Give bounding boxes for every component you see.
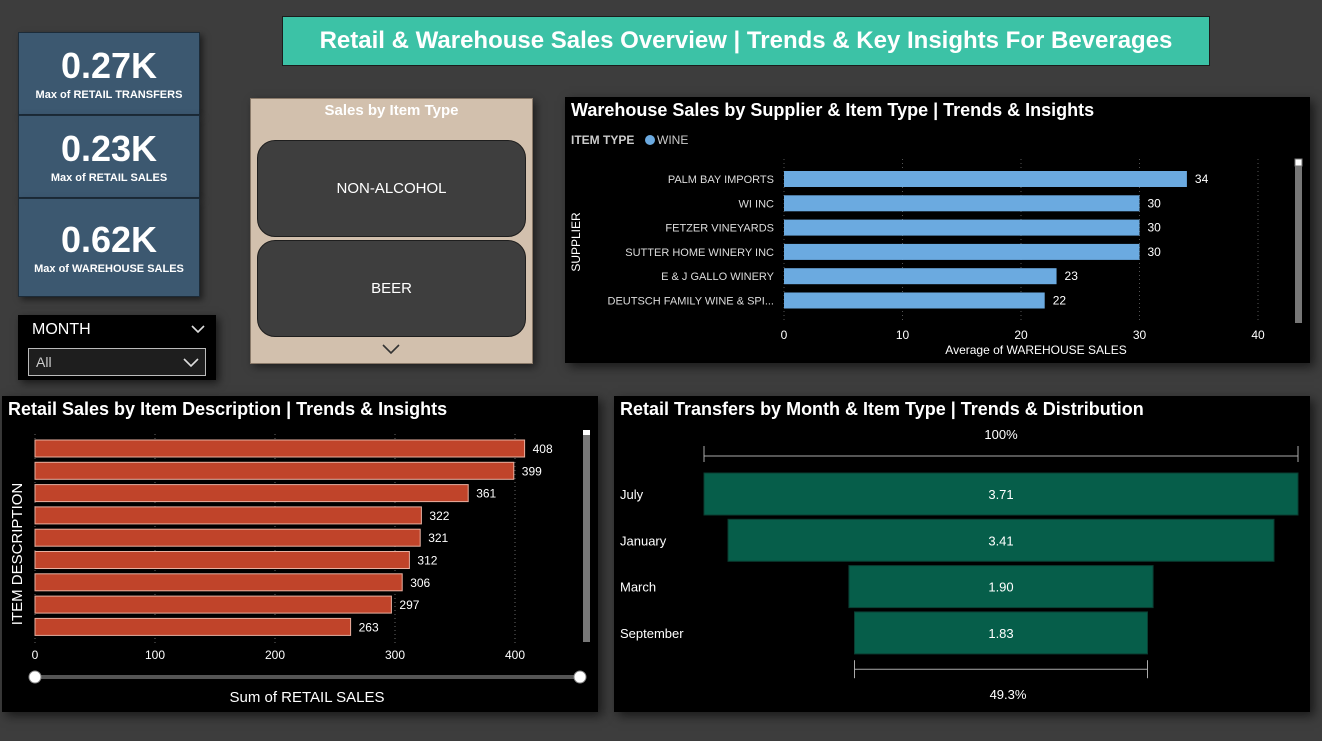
x-tick-label: 300	[385, 648, 405, 662]
data-label: 30	[1148, 196, 1162, 210]
chevron-down-icon[interactable]	[188, 319, 208, 339]
kpi-card-warehouse-sales[interactable]: 0.62K Max of WAREHOUSE SALES	[18, 198, 200, 297]
data-label: 30	[1148, 221, 1162, 235]
data-label: 3.71	[988, 487, 1013, 502]
retail-sales-chart: Retail Sales by Item Description | Trend…	[2, 396, 598, 712]
dashboard-title: Retail & Warehouse Sales Overview | Tren…	[282, 16, 1210, 66]
bar[interactable]	[784, 292, 1045, 309]
kpi-label: Max of RETAIL SALES	[50, 172, 168, 184]
data-label: 408	[533, 442, 553, 456]
x-tick-label: 200	[265, 648, 285, 662]
data-label: 263	[359, 620, 379, 634]
y-tick-label: DEUTSCH FAMILY WINE & SPI...	[608, 296, 774, 308]
scrollbar-thumb[interactable]	[1294, 158, 1303, 167]
month-slicer: MONTH All	[18, 315, 216, 380]
y-axis-label: SUPPLIER	[569, 212, 583, 272]
warehouse-sales-plot: ITEM TYPE WINE SUPPLIER Average of WAREH…	[569, 133, 1303, 357]
data-label: 22	[1053, 294, 1067, 308]
x-tick-label: 100	[145, 648, 165, 662]
bar[interactable]	[784, 268, 1057, 285]
kpi-value: 0.27K	[60, 45, 158, 86]
legend-title: ITEM TYPE	[571, 133, 634, 147]
x-axis-label: Sum of RETAIL SALES	[229, 689, 384, 706]
x-tick-label: 30	[1133, 328, 1147, 342]
data-label: 306	[410, 576, 430, 590]
bar[interactable]	[34, 528, 421, 547]
x-tick-label: 40	[1251, 328, 1265, 342]
month-dropdown-value: All	[36, 354, 52, 370]
item-type-option-label: BEER	[371, 280, 412, 297]
data-label: 34	[1195, 172, 1209, 186]
legend-entry-wine[interactable]: WINE	[657, 133, 688, 147]
kpi-card-retail-sales[interactable]: 0.23K Max of RETAIL SALES	[18, 115, 200, 198]
category-label: January	[620, 533, 667, 548]
dashboard-title-text: Retail & Warehouse Sales Overview | Tren…	[319, 27, 1173, 54]
item-type-option-non-alcohol[interactable]: NON-ALCOHOL	[257, 140, 526, 237]
month-slicer-title: MONTH	[32, 321, 91, 338]
warehouse-sales-chart: Warehouse Sales by Supplier & Item Type …	[565, 97, 1310, 363]
data-label: 399	[522, 464, 542, 478]
y-tick-label: WI INC	[739, 198, 774, 210]
bar[interactable]	[34, 506, 422, 525]
bar[interactable]	[784, 219, 1140, 236]
month-dropdown[interactable]: All	[28, 348, 206, 376]
bar[interactable]	[34, 551, 410, 569]
data-label: 312	[417, 554, 437, 568]
kpi-value: 0.23K	[60, 128, 158, 169]
retail-sales-plot: ITEM DESCRIPTION Sum of RETAIL SALES 0 10…	[9, 430, 590, 706]
bar[interactable]	[34, 617, 352, 636]
range-slider-handle-left[interactable]	[28, 670, 42, 684]
data-label: 322	[429, 509, 449, 523]
item-type-slicer-title: Sales by Item Type	[324, 102, 459, 119]
bar[interactable]	[34, 439, 526, 458]
x-tick-label: 400	[505, 648, 525, 662]
bar[interactable]	[34, 461, 515, 480]
retail-transfers-chart: Retail Transfers by Month & Item Type | …	[614, 396, 1310, 712]
range-slider-handle-right[interactable]	[573, 670, 587, 684]
scrollbar[interactable]	[583, 430, 590, 642]
data-label: 321	[428, 531, 448, 545]
bar[interactable]	[34, 484, 469, 503]
bar[interactable]	[784, 171, 1187, 187]
bar[interactable]	[34, 595, 392, 614]
data-label: 23	[1065, 269, 1079, 283]
data-label: 30	[1148, 245, 1162, 259]
data-label: 361	[476, 487, 496, 501]
data-label: 1.90	[988, 580, 1013, 595]
data-label: 297	[399, 598, 419, 612]
bar[interactable]	[784, 195, 1140, 212]
kpi-card-retail-transfers[interactable]: 0.27K Max of RETAIL TRANSFERS	[18, 32, 200, 115]
chevron-down-icon[interactable]	[381, 342, 401, 356]
category-label: July	[620, 487, 644, 502]
kpi-label: Max of RETAIL TRANSFERS	[35, 89, 183, 101]
y-tick-label: FETZER VINEYARDS	[665, 223, 774, 235]
retail-transfers-funnel: 100% 49.3% July 3.71 January 3.41 March 1.90 S…	[620, 427, 1299, 702]
y-tick-label: PALM BAY IMPORTS	[668, 174, 774, 186]
category-label: March	[620, 580, 656, 595]
bar[interactable]	[784, 243, 1140, 260]
y-axis-label: ITEM DESCRIPTION	[9, 483, 26, 626]
y-tick-label: SUTTER HOME WINERY INC	[625, 247, 774, 259]
x-axis-label: Average of WAREHOUSE SALES	[945, 343, 1126, 357]
bar[interactable]	[34, 573, 403, 592]
x-tick-label: 0	[781, 328, 788, 342]
item-type-option-label: NON-ALCOHOL	[336, 180, 447, 197]
kpi-label: Max of WAREHOUSE SALES	[34, 263, 184, 275]
scrollbar-thumb[interactable]	[583, 430, 590, 435]
top-percent-label: 100%	[984, 427, 1018, 442]
data-label: 3.41	[988, 533, 1013, 548]
kpi-value: 0.62K	[60, 219, 158, 260]
chevron-down-icon	[183, 358, 199, 368]
scrollbar[interactable]	[1295, 159, 1302, 323]
x-tick-label: 10	[896, 328, 910, 342]
y-tick-label: E & J GALLO WINERY	[661, 271, 775, 283]
category-label: September	[620, 626, 684, 641]
x-tick-label: 0	[32, 648, 39, 662]
item-type-option-beer[interactable]: BEER	[257, 240, 526, 337]
legend-marker	[645, 135, 655, 145]
data-label: 1.83	[988, 626, 1013, 641]
item-type-slicer: Sales by Item Type NON-ALCOHOL BEER	[250, 98, 533, 364]
bottom-percent-label: 49.3%	[990, 687, 1027, 702]
x-tick-label: 20	[1014, 328, 1028, 342]
